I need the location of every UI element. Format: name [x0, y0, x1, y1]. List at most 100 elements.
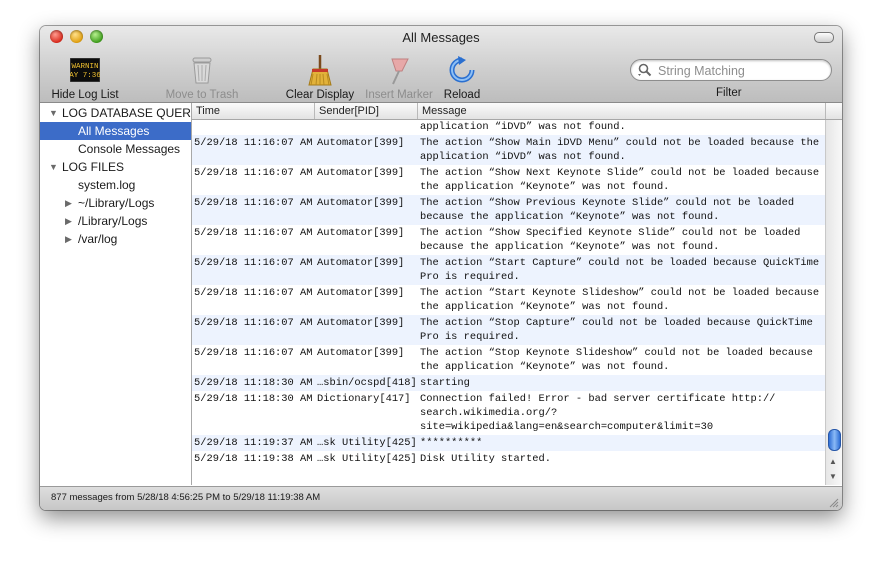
- message-table: Time Sender[PID] Message application “iD…: [192, 103, 842, 485]
- scroll-up-arrow-icon[interactable]: ▲: [829, 457, 837, 466]
- disclosure-triangle-closed-icon[interactable]: ▶: [65, 230, 72, 248]
- log-icon-text-1: WARNIN: [71, 63, 98, 71]
- sidebar-item-library-logs[interactable]: ▶ /Library/Logs: [40, 212, 191, 230]
- message-count-status: 877 messages from 5/28/18 4:56:25 PM to …: [51, 492, 321, 503]
- sidebar-item-all-messages[interactable]: All Messages: [40, 122, 191, 140]
- cell-sender: Dictionary[417]: [317, 393, 411, 405]
- log-list-sidebar: ▼ LOG DATABASE QUERIES All Messages Cons…: [40, 103, 210, 485]
- cell-sender: …sk Utility[425]: [317, 437, 417, 449]
- sidebar-section-db-queries[interactable]: ▼ LOG DATABASE QUERIES: [40, 104, 210, 122]
- sidebar-section-label: LOG FILES: [62, 160, 125, 174]
- sidebar-item-label: Console Messages: [78, 142, 181, 156]
- marker-pin-icon: [391, 58, 409, 85]
- disclosure-triangle-closed-icon[interactable]: ▶: [65, 212, 72, 230]
- move-to-trash-button[interactable]: Move to Trash: [160, 54, 244, 101]
- table-row[interactable]: 5/29/18 11:16:07 AM Automator[399] The act…: [192, 165, 826, 195]
- cell-message: Connection failed! Error - bad server ce…: [420, 393, 776, 433]
- column-header-time[interactable]: Time: [192, 103, 315, 119]
- move-to-trash-label: Move to Trash: [165, 89, 239, 101]
- sidebar-section-label: LOG DATABASE QUERIES: [62, 106, 211, 120]
- disclosure-triangle-closed-icon[interactable]: ▶: [65, 194, 72, 212]
- cell-time: 5/29/18 11:19:37 AM: [194, 437, 313, 449]
- table-row[interactable]: 5/29/18 11:16:07 AM Automator[399] The act…: [192, 255, 826, 285]
- cell-sender: …sbin/ocspd[418]: [317, 377, 417, 389]
- sidebar-section-log-files[interactable]: ▼ LOG FILES: [40, 158, 191, 176]
- window-title: All Messages: [402, 30, 480, 45]
- reload-icon: [449, 56, 475, 83]
- console-window: All Messages WARNIN AY 7:36 Hide Log Lis…: [40, 26, 842, 510]
- insert-marker-button[interactable]: Insert Marker: [362, 54, 436, 101]
- scroll-down-arrow-icon[interactable]: ▼: [829, 472, 837, 481]
- table-row[interactable]: application “iDVD” was not found.: [192, 120, 826, 135]
- cell-time: 5/29/18 11:16:07 AM: [194, 347, 313, 359]
- cell-message: The action “Show Previous Keynote Slide”…: [420, 197, 795, 223]
- cell-message: The action “Show Main iDVD Menu” could n…: [420, 137, 820, 163]
- cell-time: 5/29/18 11:18:30 AM: [194, 393, 313, 405]
- cell-time: 5/29/18 11:16:07 AM: [194, 137, 313, 149]
- log-list-icon: WARNIN AY 7:36: [70, 58, 100, 82]
- cell-sender: Automator[399]: [317, 317, 405, 329]
- column-header-sender[interactable]: Sender[PID]: [315, 103, 418, 119]
- cell-message: The action “Start Capture” could not be …: [420, 257, 820, 283]
- sidebar-item-system-log[interactable]: system.log: [40, 176, 191, 194]
- cell-message: The action “Start Keynote Slideshow” cou…: [420, 287, 820, 313]
- cell-time: 5/29/18 11:16:07 AM: [194, 257, 313, 269]
- scrollbar-thumb[interactable]: [828, 429, 841, 451]
- disclosure-triangle-open-icon[interactable]: ▼: [49, 158, 58, 176]
- cell-time: 5/29/18 11:16:07 AM: [194, 287, 313, 299]
- cell-sender: Automator[399]: [317, 167, 405, 179]
- cell-time: 5/29/18 11:18:30 AM: [194, 377, 313, 389]
- broom-icon: [308, 55, 332, 86]
- table-row[interactable]: 5/29/18 11:19:37 AM …sk Utility[425] *****…: [192, 435, 826, 451]
- toolbar-toggle-button[interactable]: [814, 32, 834, 43]
- clear-display-button[interactable]: Clear Display: [280, 54, 360, 101]
- sidebar-item-var-log[interactable]: ▶ /var/log: [40, 230, 191, 248]
- cell-time: 5/29/18 11:16:07 AM: [194, 197, 313, 209]
- cell-time: 5/29/18 11:19:38 AM: [194, 453, 313, 465]
- sidebar-item-label: system.log: [78, 178, 136, 192]
- cell-message: The action “Show Next Keynote Slide” cou…: [420, 167, 820, 193]
- table-row[interactable]: 5/29/18 11:16:07 AM Automator[399] The act…: [192, 285, 826, 315]
- cell-message: Disk Utility started.: [420, 453, 551, 465]
- column-header-message[interactable]: Message: [418, 103, 826, 119]
- cell-message: **********: [420, 437, 483, 449]
- sidebar-item-label: ~/Library/Logs: [78, 196, 155, 210]
- table-row[interactable]: 5/29/18 11:16:07 AM Automator[399] The act…: [192, 135, 826, 165]
- reload-button[interactable]: Reload: [438, 54, 486, 101]
- status-bar: 877 messages from 5/28/18 4:56:25 PM to …: [40, 486, 842, 510]
- cell-sender: Automator[399]: [317, 227, 405, 239]
- sidebar-item-user-library-logs[interactable]: ▶ ~/Library/Logs: [40, 194, 191, 212]
- cell-time: 5/29/18 11:16:07 AM: [194, 227, 313, 239]
- cell-sender: Automator[399]: [317, 287, 405, 299]
- cell-sender: Automator[399]: [317, 137, 405, 149]
- table-row[interactable]: 5/29/18 11:18:30 AM …sbin/ocspd[418] start…: [192, 375, 826, 391]
- table-row[interactable]: 5/29/18 11:19:38 AM …sk Utility[425] Disk …: [192, 451, 826, 467]
- table-row[interactable]: 5/29/18 11:16:07 AM Automator[399] The act…: [192, 345, 826, 375]
- hide-log-list-button[interactable]: WARNIN AY 7:36 Hide Log List: [48, 54, 122, 101]
- table-row[interactable]: 5/29/18 11:16:07 AM Automator[399] The act…: [192, 315, 826, 345]
- cell-message: starting: [420, 377, 470, 389]
- search-icon: [638, 63, 652, 77]
- search-field[interactable]: [630, 59, 832, 81]
- toolbar: All Messages WARNIN AY 7:36 Hide Log Lis…: [40, 26, 842, 103]
- hide-log-list-label: Hide Log List: [51, 89, 119, 101]
- disclosure-triangle-open-icon[interactable]: ▼: [49, 104, 58, 122]
- resize-grip-icon[interactable]: [828, 497, 839, 508]
- log-icon-text-2: AY 7:36: [70, 72, 100, 80]
- trash-icon: [192, 57, 212, 84]
- table-row[interactable]: 5/29/18 11:16:07 AM Automator[399] The act…: [192, 195, 826, 225]
- cell-message: application “iDVD” was not found.: [420, 121, 626, 133]
- table-row[interactable]: 5/29/18 11:18:30 AM Dictionary[417] Connec…: [192, 391, 826, 435]
- filter-label: Filter: [716, 87, 742, 99]
- sidebar-item-label: /Library/Logs: [78, 214, 148, 228]
- vertical-scrollbar[interactable]: ▲ ▼: [825, 120, 842, 485]
- sidebar-item-console-messages[interactable]: Console Messages: [40, 140, 191, 158]
- sidebar-item-label: /var/log: [78, 232, 118, 246]
- clear-display-label: Clear Display: [285, 89, 355, 101]
- cell-sender: Automator[399]: [317, 197, 405, 209]
- cell-message: The action “Stop Keynote Slideshow” coul…: [420, 347, 813, 373]
- search-input[interactable]: [656, 61, 828, 80]
- table-header: Time Sender[PID] Message: [192, 103, 842, 120]
- table-row[interactable]: 5/29/18 11:16:07 AM Automator[399] The act…: [192, 225, 826, 255]
- cell-time: 5/29/18 11:16:07 AM: [194, 317, 313, 329]
